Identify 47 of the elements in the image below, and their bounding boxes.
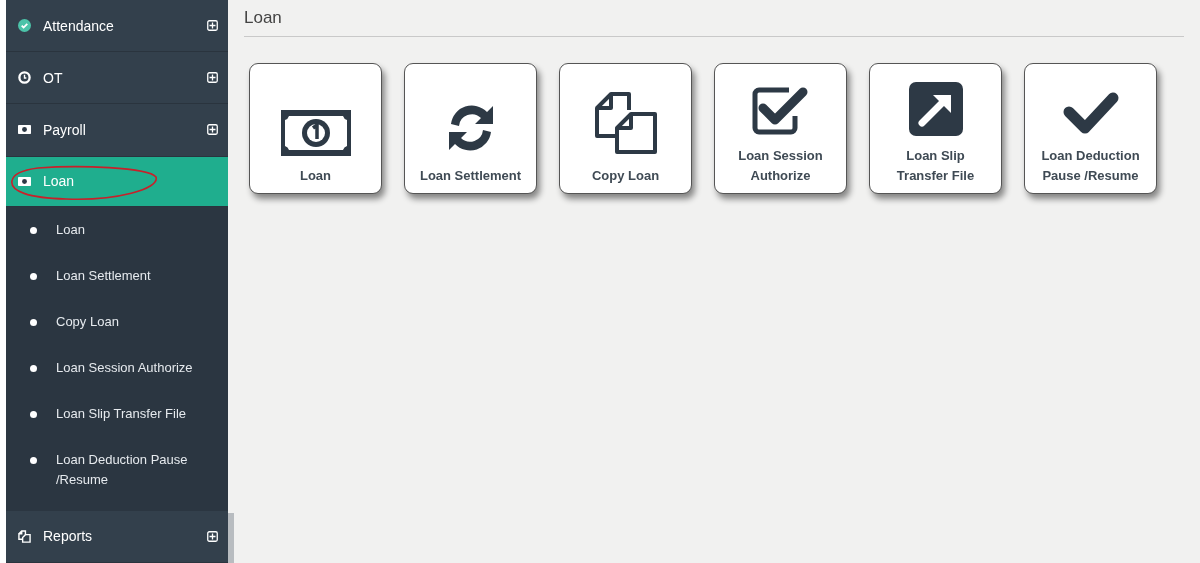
menu-item[interactable]: Attendance [6, 0, 228, 53]
page-title: Loan [244, 8, 1184, 37]
money-icon [18, 123, 31, 137]
submenu-item[interactable]: Loan Deduction Pause /Resume [6, 436, 228, 503]
menu-label: Attendance [43, 17, 115, 34]
loan-tile[interactable]: Loan Session Authorize [714, 63, 847, 194]
menu-label: OT [43, 69, 64, 86]
submenu-label: Loan [56, 220, 85, 239]
copy-icon [18, 529, 31, 543]
bullet-icon [30, 318, 37, 326]
bullet-icon [30, 272, 37, 280]
loan-tile[interactable]: Loan [249, 63, 382, 194]
scrollbar[interactable] [228, 513, 234, 563]
bullet-icon [30, 410, 37, 418]
submenu-label: Loan Slip Transfer File [56, 404, 187, 423]
menu-label: Loan [43, 173, 76, 190]
loan-tile[interactable]: Loan Settlement [404, 63, 537, 194]
expand-icon[interactable] [207, 530, 218, 542]
money-icon [280, 110, 351, 156]
bullet-icon [30, 226, 37, 234]
expand-icon[interactable] [207, 72, 218, 84]
submenu-item[interactable]: Loan [6, 206, 228, 253]
loan-tile[interactable]: Copy Loan [559, 63, 692, 194]
submenu-label: Loan Settlement [56, 266, 151, 285]
menu-label: Payroll [43, 121, 87, 138]
money-icon [18, 174, 31, 188]
bullet-icon [30, 456, 37, 464]
submenu-item[interactable]: Loan Slip Transfer File [6, 390, 228, 437]
clock-icon [18, 71, 31, 85]
submenu-item[interactable]: Loan Settlement [6, 252, 228, 299]
submenu-label: Loan Deduction Pause /Resume [56, 450, 189, 489]
menu-item[interactable]: Reports [6, 510, 228, 563]
submenu-label: Copy Loan [56, 312, 119, 331]
submenu-item[interactable]: Loan Session Authorize [6, 344, 228, 391]
expand-icon[interactable] [207, 20, 218, 32]
loan-tile[interactable]: Loan Deduction Pause /Resume [1024, 63, 1157, 194]
loan-tile[interactable]: Loan Slip Transfer File [869, 63, 1002, 194]
bullet-icon [30, 364, 37, 372]
submenu-item[interactable]: Copy Loan [6, 298, 228, 345]
expand-icon[interactable] [207, 124, 218, 136]
check-circle-icon [18, 19, 31, 33]
copy-icon [592, 90, 659, 156]
menu-item[interactable]: OT [6, 52, 228, 105]
menu-item[interactable]: Payroll [6, 104, 228, 157]
arrow-square-icon [908, 82, 963, 136]
submenu-label: Loan Session Authorize [56, 358, 193, 377]
menu-label: Reports [43, 528, 94, 545]
